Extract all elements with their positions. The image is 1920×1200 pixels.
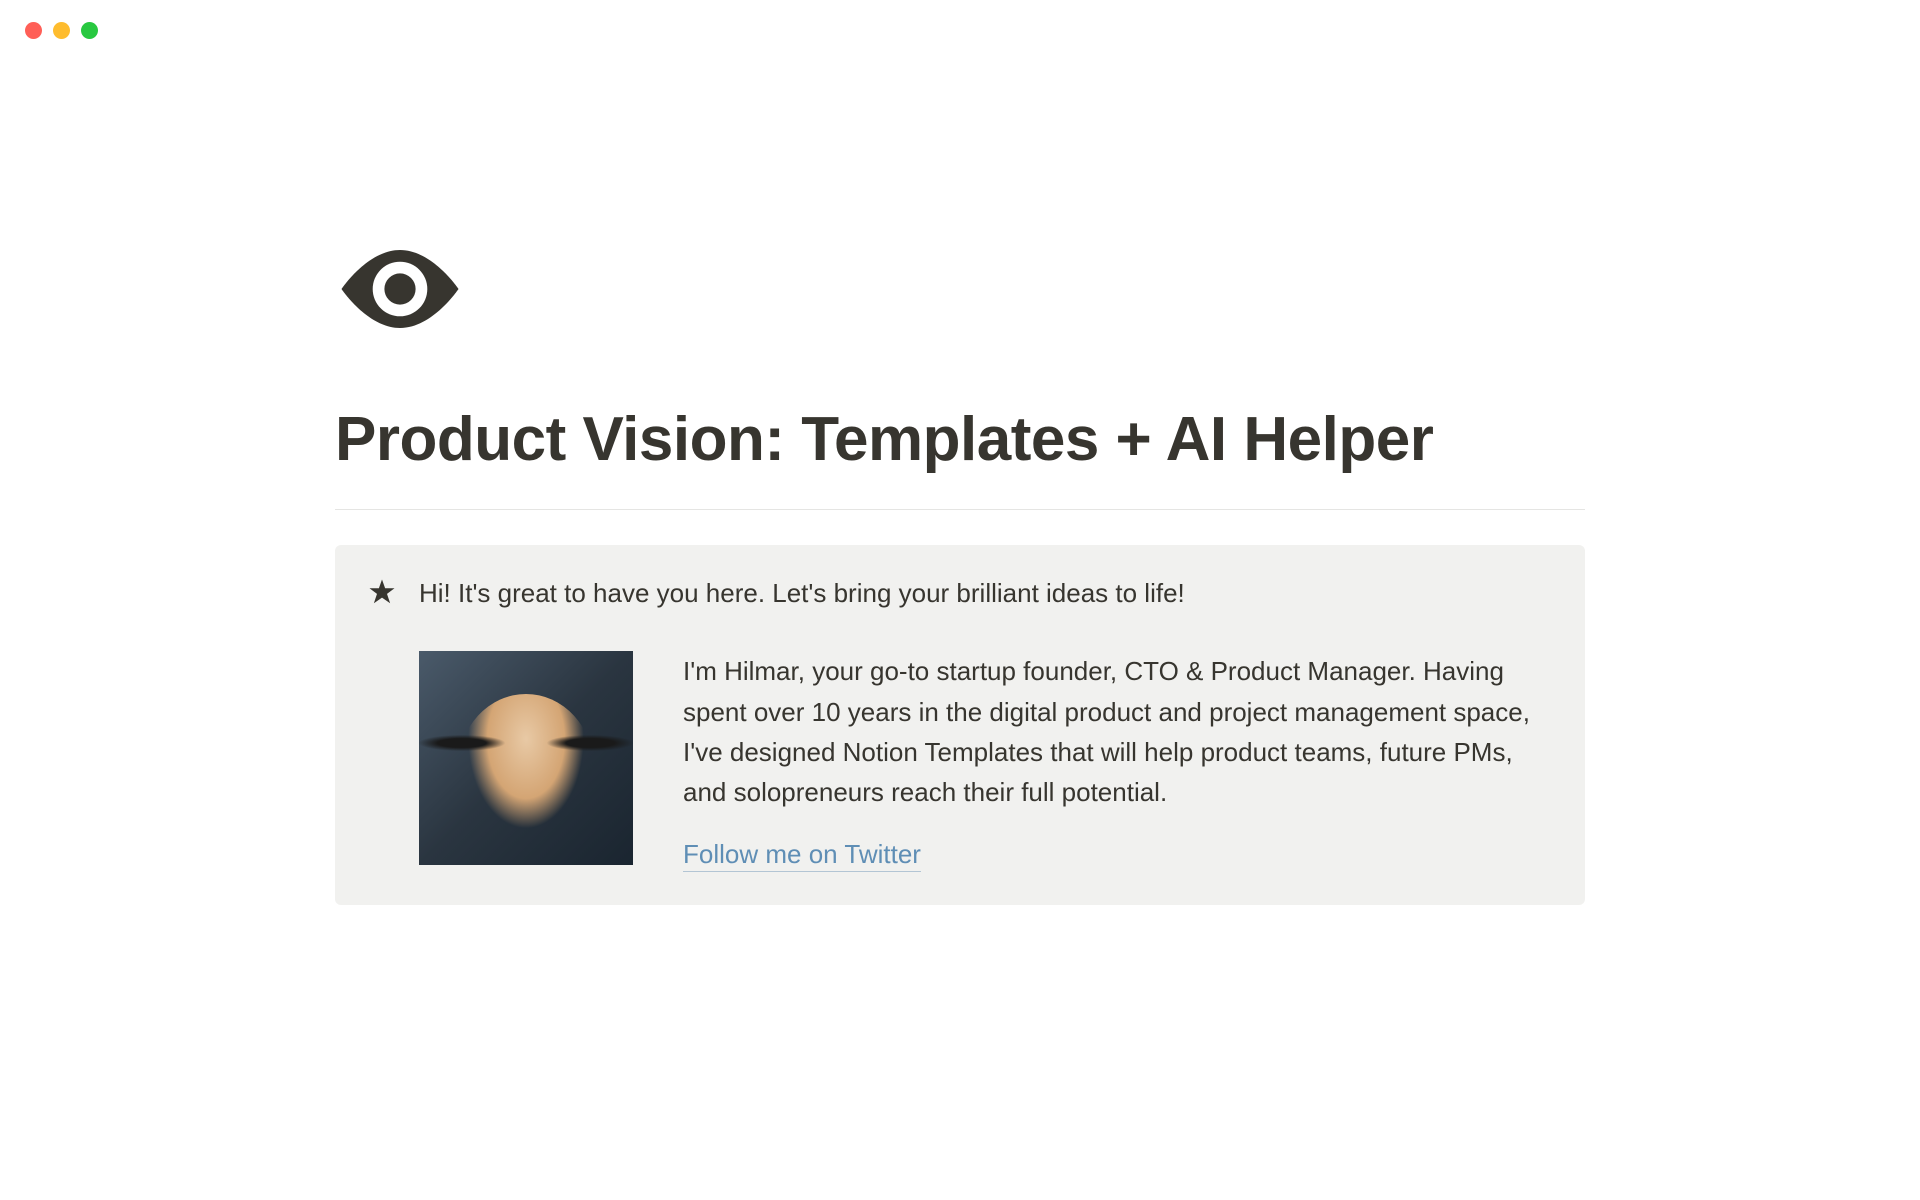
star-icon (367, 577, 397, 607)
bio-row: I'm Hilmar, your go-to startup founder, … (419, 651, 1553, 869)
callout-content: Hi! It's great to have you here. Let's b… (419, 575, 1553, 870)
callout-icon (367, 577, 397, 607)
divider (335, 509, 1585, 510)
maximize-window-button[interactable] (81, 22, 98, 39)
greeting-text: Hi! It's great to have you here. Let's b… (419, 575, 1553, 611)
page-title[interactable]: Product Vision: Templates + AI Helper (335, 404, 1585, 475)
bio-paragraph: I'm Hilmar, your go-to startup founder, … (683, 651, 1553, 812)
close-window-button[interactable] (25, 22, 42, 39)
minimize-window-button[interactable] (53, 22, 70, 39)
eye-icon (335, 224, 465, 354)
bio-text-block: I'm Hilmar, your go-to startup founder, … (683, 651, 1553, 869)
intro-callout: Hi! It's great to have you here. Let's b… (335, 545, 1585, 905)
twitter-link[interactable]: Follow me on Twitter (683, 839, 921, 872)
page-icon[interactable] (335, 224, 1585, 354)
window-chrome (0, 0, 1920, 39)
content-area: Product Vision: Templates + AI Helper Hi… (305, 224, 1615, 905)
author-avatar (419, 651, 633, 865)
